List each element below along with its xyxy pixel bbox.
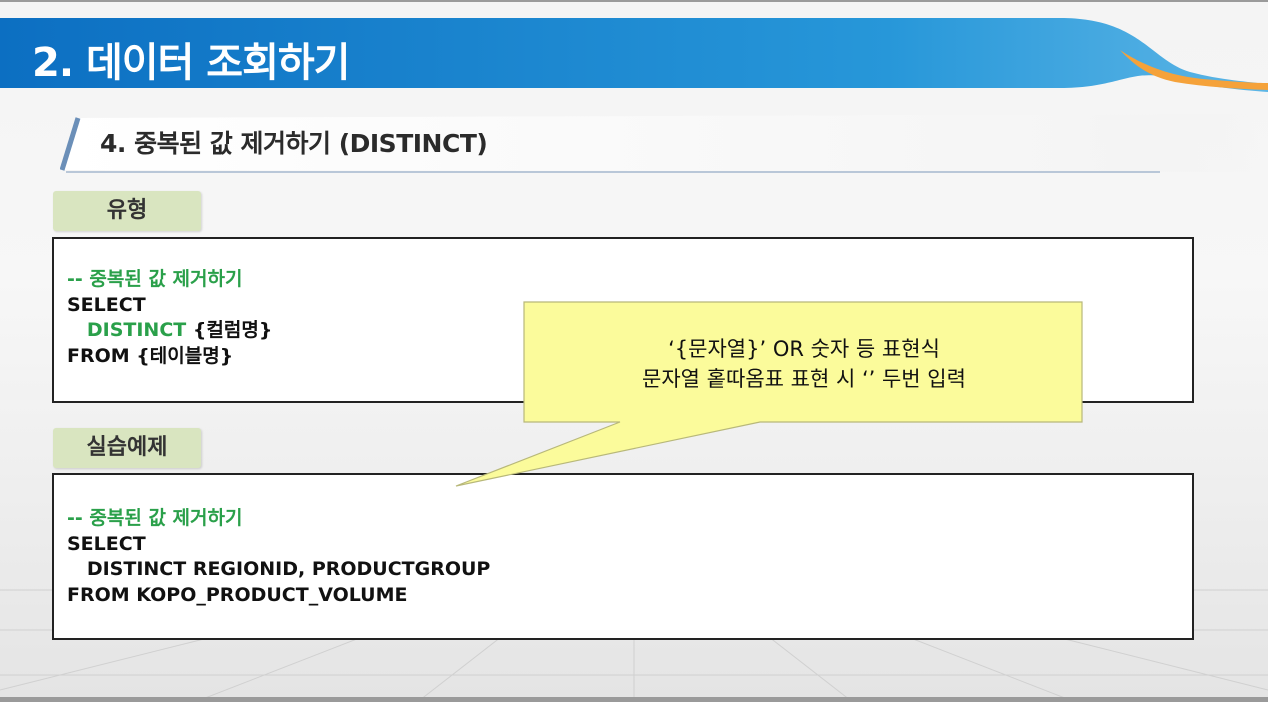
callout-line-1: ‘{문자열}’ OR 숫자 등 표현식 xyxy=(668,337,940,361)
callout-line-2: 문자열 홑따옴표 표현 시 ‘’ 두번 입력 xyxy=(642,367,966,391)
callout-text: ‘{문자열}’ OR 숫자 등 표현식 문자열 홑따옴표 표현 시 ‘’ 두번 … xyxy=(526,334,1082,394)
bottom-border xyxy=(0,697,1268,702)
